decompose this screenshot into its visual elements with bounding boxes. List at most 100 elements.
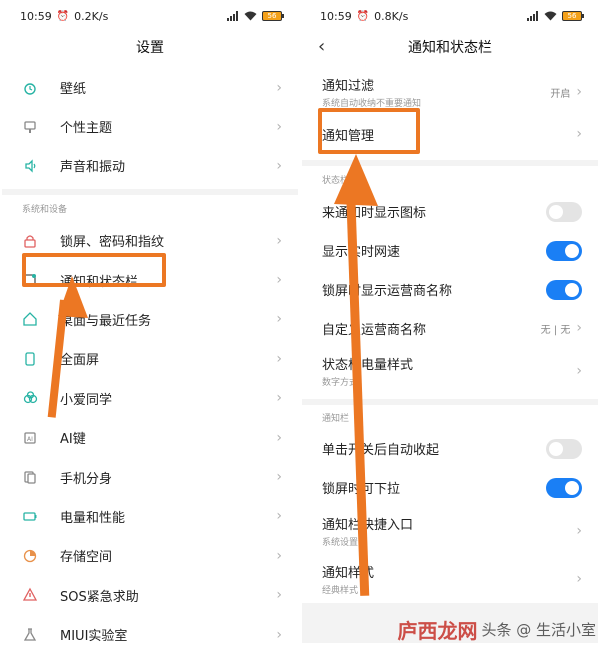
toggle-knob — [549, 204, 563, 219]
back-arrow-icon[interactable]: ‹ — [318, 36, 325, 57]
item-label: 全面屏 — [60, 353, 100, 369]
settings-item[interactable]: AI AI键 › — [2, 418, 298, 457]
item-label: 手机分身 — [60, 471, 113, 487]
carrier-name-row[interactable]: 自定义运营商名称 无 | 无 › — [302, 309, 598, 347]
chevron-right-icon: › — [576, 84, 582, 100]
settings-item[interactable]: 个性主题 › — [2, 107, 298, 146]
chevron-right-icon: › — [276, 157, 282, 174]
battery-style-row[interactable]: 状态栏电量样式 数字方式 › — [302, 347, 598, 395]
home-icon — [22, 311, 38, 327]
highlight-box — [22, 253, 166, 287]
alarm-icon: ⏰ — [356, 10, 370, 22]
item-label: AI键 — [60, 432, 86, 448]
wallpaper-icon — [22, 80, 38, 96]
chevron-right-icon: › — [276, 429, 282, 446]
wifi-icon — [544, 11, 557, 21]
item-label: 存储空间 — [60, 550, 113, 566]
toggle-switch[interactable] — [546, 201, 582, 222]
chevron-right-icon: › — [576, 571, 582, 587]
lab-icon — [22, 627, 38, 643]
toggle-switch[interactable] — [546, 279, 582, 300]
storage-icon — [22, 548, 38, 564]
section-header: 系统和设备 — [22, 204, 68, 215]
toggle-setting-row: 单击开关后自动收起 — [302, 429, 598, 468]
item-label: 锁屏、密码和指纹 — [60, 235, 165, 251]
network-speed: 0.8K/s — [374, 9, 409, 23]
assistant-icon — [22, 390, 38, 406]
chevron-right-icon: › — [276, 311, 282, 328]
settings-item[interactable]: 桌面与最近任务 › — [2, 300, 298, 339]
toggle-knob — [549, 441, 563, 456]
settings-item[interactable]: 手机分身 › — [2, 457, 298, 496]
signal-icon — [527, 11, 538, 21]
notification-style-row[interactable]: 通知样式 经典样式 › — [302, 555, 598, 603]
status-time: 10:59 — [20, 9, 52, 23]
item-label: 壁纸 — [60, 82, 87, 97]
settings-item[interactable]: 声音和振动 › — [2, 146, 298, 185]
toggle-switch[interactable] — [546, 438, 582, 459]
toggle-setting-row: 来通知时显示图标 — [302, 192, 598, 231]
chevron-right-icon: › — [276, 79, 282, 96]
item-label: 电量和性能 — [60, 510, 126, 526]
dual-icon — [22, 469, 38, 485]
row-label: 状态栏电量样式 — [322, 358, 414, 373]
chevron-right-icon: › — [276, 547, 282, 564]
status-bar: 10:59 ⏰ 0.2K/s 56 — [2, 0, 298, 32]
section-header: 通知栏 — [322, 413, 350, 424]
svg-text:AI: AI — [27, 436, 33, 443]
toggle-knob — [565, 243, 579, 258]
settings-item[interactable]: MIUI实验室 › — [2, 615, 298, 646]
item-label: MIUI实验室 — [60, 629, 128, 645]
theme-icon — [22, 119, 38, 135]
row-label: 通知样式 — [322, 566, 375, 581]
chevron-right-icon: › — [576, 363, 582, 379]
signal-icon — [227, 11, 238, 21]
settings-item[interactable]: 小爱同学 › — [2, 379, 298, 418]
item-label: SOS紧急求助 — [60, 589, 139, 605]
fullscreen-icon — [22, 351, 38, 367]
status-time: 10:59 — [320, 9, 352, 23]
watermark-logo: 庐西龙网 — [397, 619, 478, 643]
row-label: 单击开关后自动收起 — [322, 443, 440, 458]
chevron-right-icon: › — [276, 587, 282, 604]
settings-screen: 10:59 ⏰ 0.2K/s 56 设置 壁纸 › 个性主题 › 声音和振动 › 系统和设… — [2, 0, 298, 646]
settings-item[interactable]: 壁纸 › — [2, 68, 298, 107]
watermark: 庐西龙网 头条 @ 生活小室 — [397, 615, 596, 644]
settings-item[interactable]: 电量和性能 › — [2, 497, 298, 536]
item-label: 桌面与最近任务 — [60, 313, 152, 329]
chevron-right-icon: › — [576, 320, 582, 336]
chevron-right-icon: › — [276, 350, 282, 367]
toggle-switch[interactable] — [546, 477, 582, 498]
page-title: 通知和状态栏 — [408, 40, 492, 56]
page-title-bar: ‹ 通知和状态栏 — [302, 32, 598, 62]
ai-key-icon: AI — [22, 430, 38, 446]
row-label: 通知过滤 — [322, 79, 375, 94]
chevron-right-icon: › — [576, 126, 582, 142]
chevron-right-icon: › — [276, 469, 282, 486]
toggle-knob — [565, 480, 579, 495]
notification-shortcut-row[interactable]: 通知栏快捷入口 系统设置 › — [302, 507, 598, 555]
item-label: 小爱同学 — [60, 392, 113, 408]
settings-item[interactable]: 全面屏 › — [2, 339, 298, 378]
battery-icon — [22, 508, 38, 524]
notification-settings-screen: 10:59 ⏰ 0.8K/s 56 ‹ 通知和状态栏 通知过滤 系统自动收纳不重… — [302, 0, 598, 646]
battery-indicator: 56 — [562, 11, 584, 21]
sos-icon — [22, 587, 38, 603]
row-label: 显示实时网速 — [322, 245, 401, 260]
toggle-setting-row: 锁屏时显示运营商名称 — [302, 270, 598, 309]
toggle-switch[interactable] — [546, 240, 582, 261]
settings-item[interactable]: SOS紧急求助 › — [2, 576, 298, 615]
wifi-icon — [244, 11, 257, 21]
chevron-right-icon: › — [276, 626, 282, 643]
network-speed: 0.2K/s — [74, 9, 109, 23]
chevron-right-icon: › — [576, 523, 582, 539]
row-sublabel: 系统设置 — [322, 538, 359, 548]
highlight-box — [318, 108, 420, 154]
chevron-right-icon: › — [276, 118, 282, 135]
settings-item[interactable]: 存储空间 › — [2, 536, 298, 575]
sound-icon — [22, 158, 38, 174]
chevron-right-icon: › — [276, 272, 282, 289]
battery-indicator: 56 — [262, 11, 284, 21]
toggle-setting-row: 锁屏时可下拉 — [302, 468, 598, 507]
row-label: 通知栏快捷入口 — [322, 518, 414, 533]
